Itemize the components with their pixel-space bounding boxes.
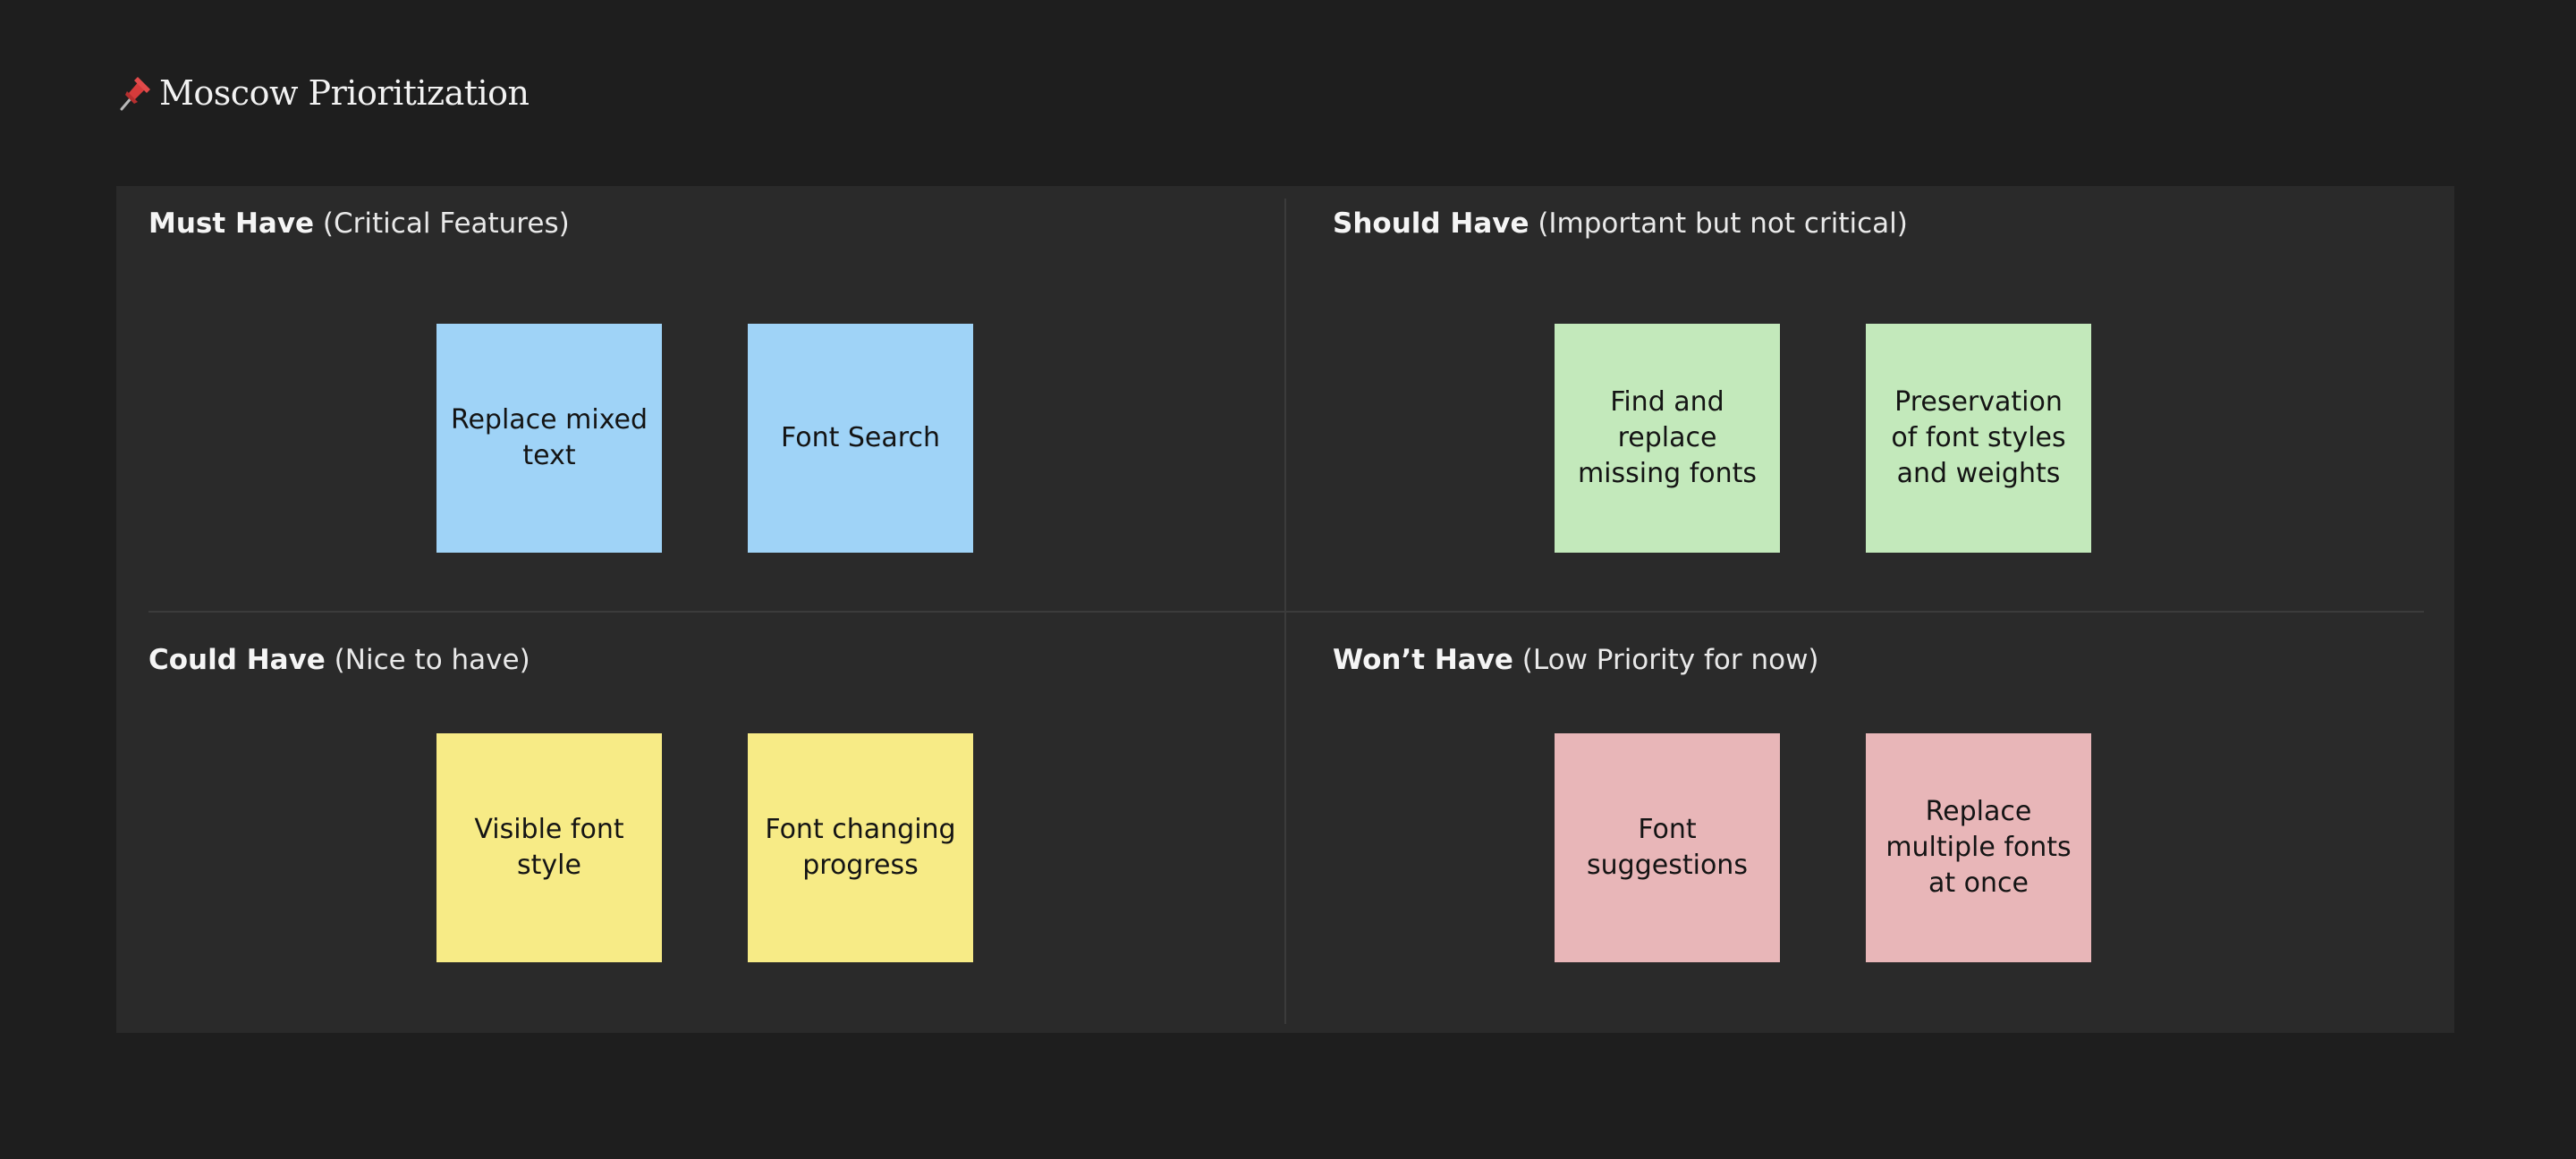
- sticky-note-text: Font suggestions: [1587, 814, 1748, 881]
- sticky-note[interactable]: Font Search: [748, 324, 973, 553]
- could-have-heading: Could Have (Nice to have): [148, 644, 530, 676]
- sticky-note[interactable]: Font suggestions: [1555, 733, 1780, 962]
- wont-have-label: Won’t Have: [1333, 644, 1513, 676]
- sticky-note[interactable]: Font changing progress: [748, 733, 973, 962]
- page-title: Moscow Prioritization: [116, 70, 530, 116]
- sticky-note[interactable]: Find and replace missing fonts: [1555, 324, 1780, 553]
- horizontal-divider: [148, 611, 2424, 613]
- should-have-heading: Should Have (Important but not critical): [1333, 207, 1908, 240]
- could-have-label: Could Have: [148, 644, 326, 676]
- sticky-note-text: Replace multiple fonts at once: [1885, 796, 2072, 899]
- sticky-note-text: Find and replace missing fonts: [1577, 386, 1758, 489]
- wont-have-sublabel: (Low Priority for now): [1513, 644, 1819, 676]
- could-have-sublabel: (Nice to have): [325, 644, 530, 676]
- must-have-label: Must Have: [148, 207, 315, 240]
- should-have-sublabel: (Important but not critical): [1529, 207, 1908, 240]
- sticky-note-text: Font changing progress: [765, 814, 956, 881]
- sticky-note[interactable]: Preservation of font styles and weights: [1866, 324, 2091, 553]
- must-have-sublabel: (Critical Features): [314, 207, 570, 240]
- sticky-note[interactable]: Replace multiple fonts at once: [1866, 733, 2091, 962]
- must-have-heading: Must Have (Critical Features): [148, 207, 570, 240]
- pushpin-icon: [116, 73, 152, 113]
- sticky-note[interactable]: Replace mixed text: [436, 324, 662, 553]
- wont-have-heading: Won’t Have (Low Priority for now): [1333, 644, 1819, 676]
- should-have-label: Should Have: [1333, 207, 1530, 240]
- sticky-note-text: Replace mixed text: [450, 404, 648, 471]
- sticky-note-text: Preservation of font styles and weights: [1891, 386, 2066, 489]
- sticky-note[interactable]: Visible font style: [436, 733, 662, 962]
- sticky-note-text: Font Search: [781, 422, 940, 453]
- moscow-board: Must Have (Critical Features) Replace mi…: [116, 186, 2454, 1033]
- sticky-note-text: Visible font style: [474, 814, 624, 881]
- page-title-text: Moscow Prioritization: [159, 73, 530, 113]
